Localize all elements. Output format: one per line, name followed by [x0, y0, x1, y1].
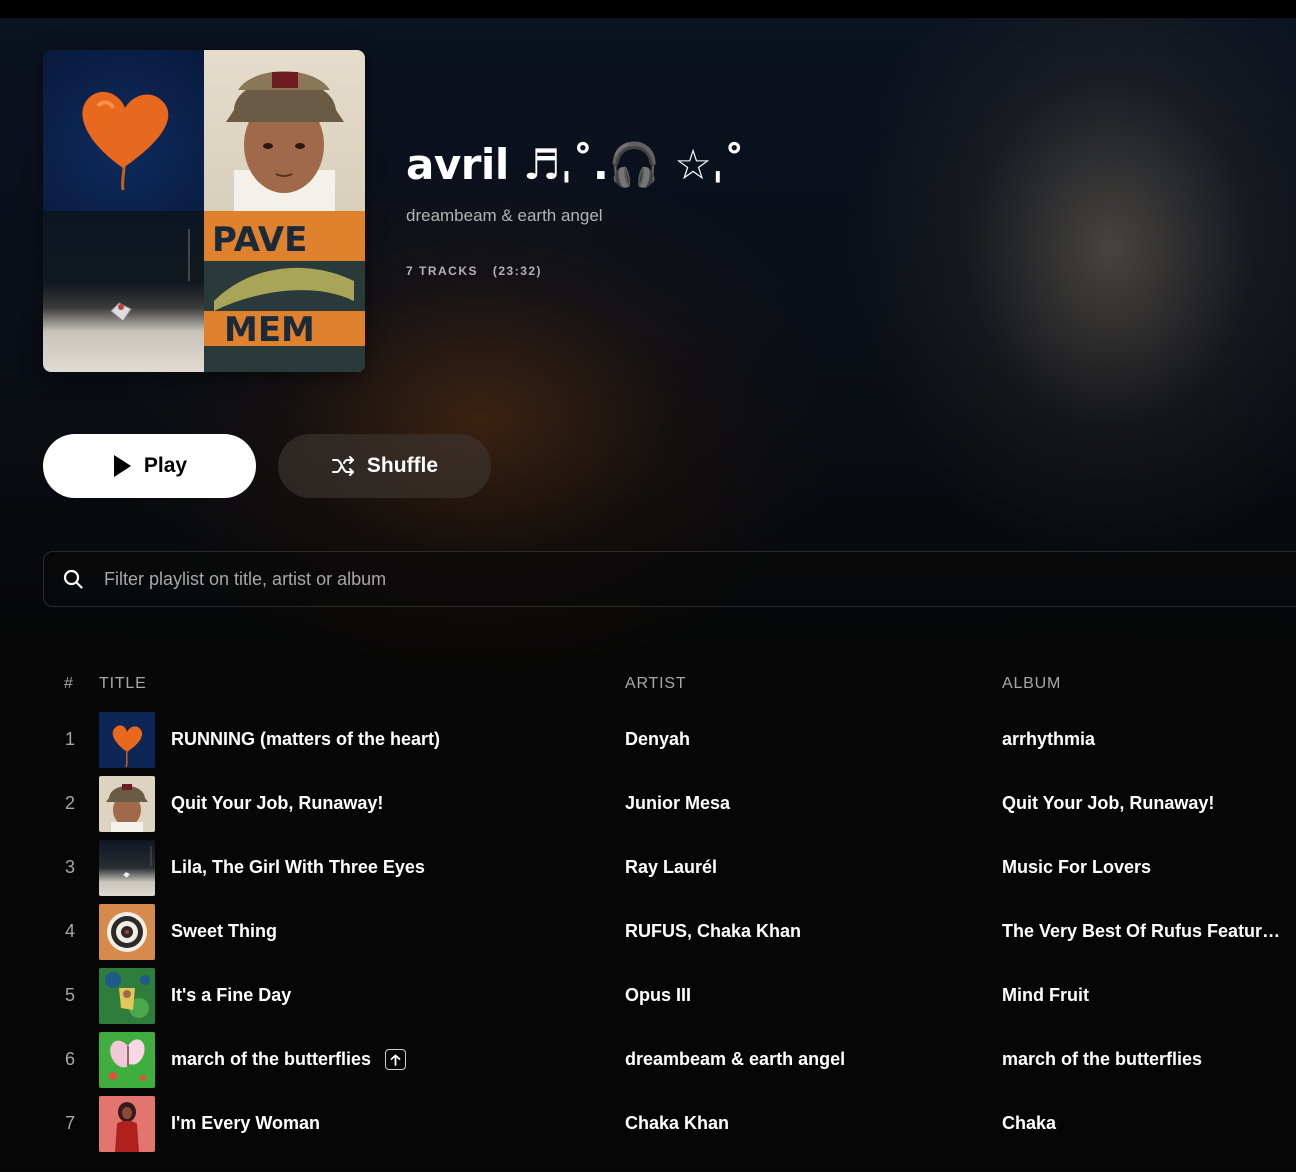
track-album[interactable]: The Very Best Of Rufus Featuring Chaka K…: [1002, 921, 1282, 942]
header-number: #: [64, 675, 74, 692]
track-art-green-collage: [99, 968, 155, 1024]
track-art-portrait-cap: [99, 776, 155, 832]
track-title[interactable]: Sweet Thing: [171, 921, 277, 942]
shuffle-button[interactable]: Shuffle: [278, 434, 491, 498]
uploaded-arrow-icon: [385, 1049, 407, 1070]
track-album[interactable]: march of the butterflies: [1002, 1049, 1282, 1070]
track-title[interactable]: RUNNING (matters of the heart): [171, 729, 440, 750]
table-row[interactable]: 2 Quit Your Job, Runaway! Junior Mesa Qu…: [0, 772, 1296, 836]
track-artist[interactable]: Denyah: [625, 729, 690, 750]
table-row[interactable]: 7 I'm Every Woman Chaka Khan Chaka: [0, 1092, 1296, 1156]
track-number: 2: [65, 793, 76, 813]
track-art-target: [99, 904, 155, 960]
track-title-text: march of the butterflies: [171, 1049, 372, 1069]
track-number: 6: [65, 1049, 76, 1069]
track-title[interactable]: I'm Every Woman: [171, 1113, 320, 1134]
table-row[interactable]: 4 Sweet Thing RUFUS, Chaka Khan The Very…: [0, 900, 1296, 964]
track-title[interactable]: Lila, The Girl With Three Eyes: [171, 857, 425, 878]
header-artist[interactable]: ARTIST: [625, 675, 686, 693]
track-title[interactable]: It's a Fine Day: [171, 985, 291, 1006]
svg-text:MEM: MEM: [224, 310, 315, 350]
table-row[interactable]: 6 march of the butterflies dreambeam & e…: [0, 1028, 1296, 1092]
filter-bar[interactable]: [43, 551, 1296, 607]
window-top-bar: [0, 0, 1296, 18]
track-art-heart-balloon: [99, 712, 155, 768]
table-row[interactable]: 3 Lila, The Girl With Three Eyes Ray Lau…: [0, 836, 1296, 900]
track-title[interactable]: march of the butterflies: [171, 1049, 407, 1070]
track-album[interactable]: Quit Your Job, Runaway!: [1002, 793, 1282, 814]
shuffle-button-label: Shuffle: [366, 454, 439, 477]
cover-tile-heart-balloon: [43, 50, 204, 211]
track-title-text: Lila, The Girl With Three Eyes: [171, 857, 425, 877]
playlist-cover-collage: PAVE MEM: [43, 50, 365, 372]
playlist-duration: (23:32): [492, 264, 543, 278]
playlist-owner[interactable]: dreambeam & earth angel: [406, 206, 603, 226]
cover-tile-night-road: [43, 211, 204, 372]
play-icon: [113, 455, 131, 477]
play-button[interactable]: Play: [43, 434, 256, 498]
track-artist[interactable]: Junior Mesa: [625, 793, 730, 814]
track-table-header: # TITLE ARTIST ALBUM: [0, 675, 1296, 697]
track-artist[interactable]: Opus III: [625, 985, 691, 1006]
table-row[interactable]: 5 It's a Fine Day Opus III Mind Fruit: [0, 964, 1296, 1028]
track-number: 7: [65, 1113, 76, 1133]
track-album[interactable]: Chaka: [1002, 1113, 1282, 1134]
track-title-text: Quit Your Job, Runaway!: [171, 793, 384, 813]
track-album[interactable]: arrhythmia: [1002, 729, 1282, 750]
search-icon: [63, 569, 83, 589]
playlist-title: avril ♬ˌ˚.🎧 ☆ˌ˚: [406, 140, 745, 189]
track-title-text: It's a Fine Day: [171, 985, 292, 1005]
cover-tile-pavement: PAVE MEM: [204, 211, 365, 372]
track-list: 1 RUNNING (matters of the heart) Denyah …: [0, 708, 1296, 1156]
track-artist[interactable]: RUFUS, Chaka Khan: [625, 921, 801, 942]
track-title-text: RUNNING (matters of the heart): [171, 729, 441, 749]
track-art-red-woman: [99, 1096, 155, 1152]
track-album[interactable]: Mind Fruit: [1002, 985, 1282, 1006]
track-count: 7 TRACKS: [406, 264, 479, 278]
track-title-text: I'm Every Woman: [171, 1113, 321, 1133]
track-title[interactable]: Quit Your Job, Runaway!: [171, 793, 383, 814]
svg-text:PAVE: PAVE: [212, 220, 307, 260]
track-title-text: Sweet Thing: [171, 921, 278, 941]
track-art-night-road: [99, 840, 155, 896]
track-art-butterfly: [99, 1032, 155, 1088]
header-album[interactable]: ALBUM: [1002, 675, 1061, 693]
shuffle-icon: [331, 456, 354, 476]
table-row[interactable]: 1 RUNNING (matters of the heart) Denyah …: [0, 708, 1296, 772]
cover-tile-portrait: [204, 50, 365, 211]
play-button-label: Play: [143, 454, 188, 477]
track-number: 4: [65, 921, 76, 941]
header-title[interactable]: TITLE: [99, 675, 147, 693]
track-number: 3: [65, 857, 76, 877]
track-number: 1: [65, 729, 76, 749]
playlist-meta: 7 TRACKS (23:32): [406, 264, 542, 278]
track-number: 5: [65, 985, 76, 1005]
track-artist[interactable]: Ray Laurél: [625, 857, 717, 878]
track-artist[interactable]: Chaka Khan: [625, 1113, 729, 1134]
track-album[interactable]: Music For Lovers: [1002, 857, 1282, 878]
track-artist[interactable]: dreambeam & earth angel: [625, 1049, 845, 1070]
filter-input[interactable]: [104, 568, 1296, 590]
